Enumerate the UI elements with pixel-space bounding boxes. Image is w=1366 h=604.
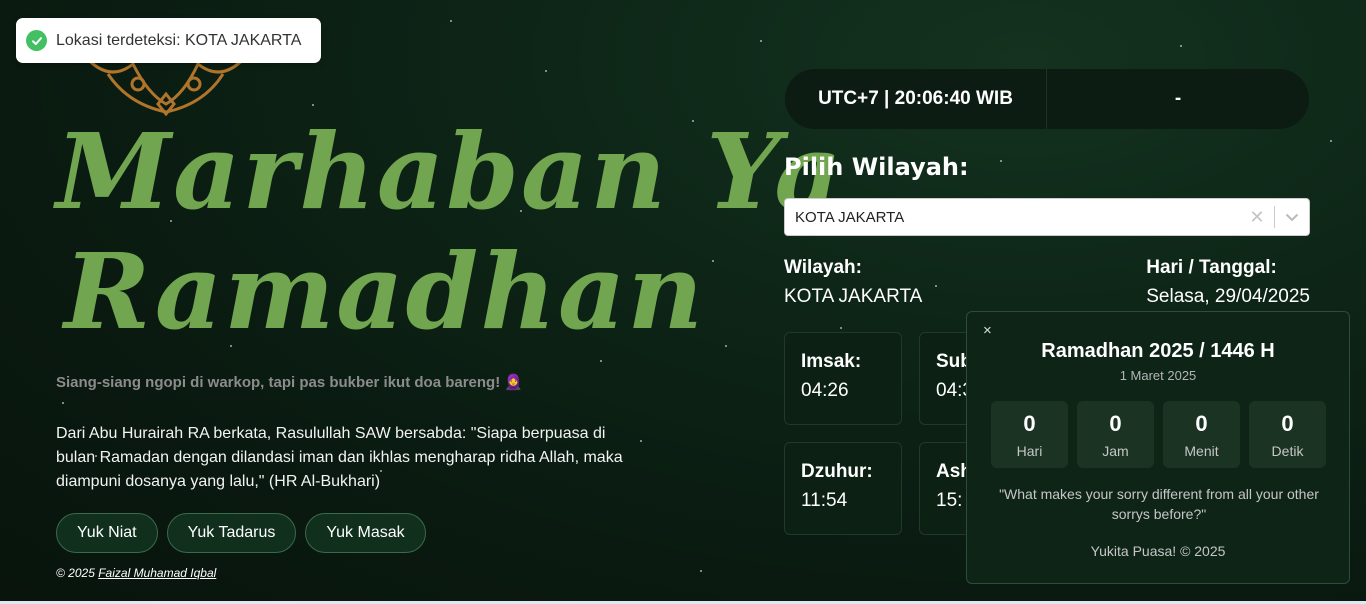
popup-subtitle: 1 Maret 2025	[1119, 368, 1197, 383]
popup-title: Ramadhan 2025 / 1446 H	[1041, 340, 1275, 362]
hadith-text: Dari Abu Hurairah RA berkata, Rasulullah…	[56, 425, 623, 490]
region-select[interactable]: KOTA JAKARTA ✕	[784, 198, 1310, 236]
hero-title: Marhaban Ya Ramadhan	[56, 110, 842, 353]
countdown-value: 0	[1281, 411, 1294, 436]
countdown-value: 0	[1195, 411, 1208, 436]
chevron-down-icon[interactable]	[1275, 213, 1309, 222]
prayer-time: 04:26	[801, 380, 849, 401]
countdown-days: 0 Hari	[991, 401, 1068, 468]
hero-title-line1: Marhaban Ya	[56, 110, 844, 233]
ramadhan-countdown-popup: × Ramadhan 2025 / 1446 H 1 Maret 2025 0 …	[966, 311, 1350, 584]
countdown-value: 0	[1023, 411, 1036, 436]
countdown-unit: Detik	[1271, 443, 1304, 459]
countdown-seconds: 0 Detik	[1249, 401, 1326, 468]
copyright-prefix: © 2025	[56, 566, 95, 580]
author-link[interactable]: Faizal Muhamad Iqbal	[98, 566, 216, 580]
clear-icon[interactable]: ✕	[1240, 207, 1274, 228]
wilayah-info: Wilayah: KOTA JAKARTA	[784, 257, 922, 308]
close-icon[interactable]: ×	[983, 322, 992, 339]
countdown-unit: Jam	[1102, 443, 1129, 459]
clock-time: UTC+7 | 20:06:40 WIB	[785, 69, 1047, 129]
hero-title-line2: Ramadhan	[64, 230, 705, 353]
popup-footer: Yukita Puasa! © 2025	[1090, 543, 1226, 559]
date-value: Selasa, 29/04/2025	[1146, 286, 1310, 307]
date-label: Hari / Tanggal:	[1146, 257, 1277, 278]
region-select-value: KOTA JAKARTA	[795, 208, 905, 226]
prayer-time: 11:54	[801, 490, 848, 511]
clock-bar: UTC+7 | 20:06:40 WIB -	[785, 69, 1309, 129]
countdown-unit: Menit	[1184, 443, 1219, 459]
region-heading: Pilih Wilayah:	[784, 153, 969, 181]
copyright: © 2025 Faizal Muhamad Iqbal	[56, 566, 216, 580]
wilayah-value: KOTA JAKARTA	[784, 286, 923, 307]
countdown-minutes: 0 Menit	[1163, 401, 1240, 468]
check-circle-icon	[26, 30, 47, 51]
countdown-value: 0	[1109, 411, 1122, 436]
tagline: Siang-siang ngopi di warkop, tapi pas bu…	[56, 374, 524, 391]
toast-text: Lokasi terdeteksi: KOTA JAKARTA	[56, 31, 302, 49]
location-toast: Lokasi terdeteksi: KOTA JAKARTA	[16, 18, 321, 63]
yuk-tadarus-button[interactable]: Yuk Tadarus	[166, 513, 297, 553]
prayer-card-imsak: Imsak: 04:26	[784, 332, 902, 425]
yuk-niat-button[interactable]: Yuk Niat	[56, 513, 158, 553]
countdown-unit: Hari	[1016, 443, 1043, 459]
prayer-label: Imsak:	[801, 351, 862, 372]
action-buttons: Yuk Niat Yuk Tadarus Yuk Masak	[56, 513, 426, 553]
countdown: 0 Hari 0 Jam 0 Menit 0 Detik	[991, 401, 1326, 468]
wilayah-label: Wilayah:	[784, 257, 862, 278]
clock-right-value: -	[1174, 88, 1182, 109]
prayer-label: Dzuhur:	[801, 461, 873, 482]
yuk-masak-button[interactable]: Yuk Masak	[305, 513, 426, 553]
prayer-card-dzuhur: Dzuhur: 11:54	[784, 442, 902, 535]
date-info: Hari / Tanggal: Selasa, 29/04/2025	[1146, 257, 1310, 308]
countdown-hours: 0 Jam	[1077, 401, 1154, 468]
popup-quote: "What makes your sorry different from al…	[999, 486, 1319, 522]
